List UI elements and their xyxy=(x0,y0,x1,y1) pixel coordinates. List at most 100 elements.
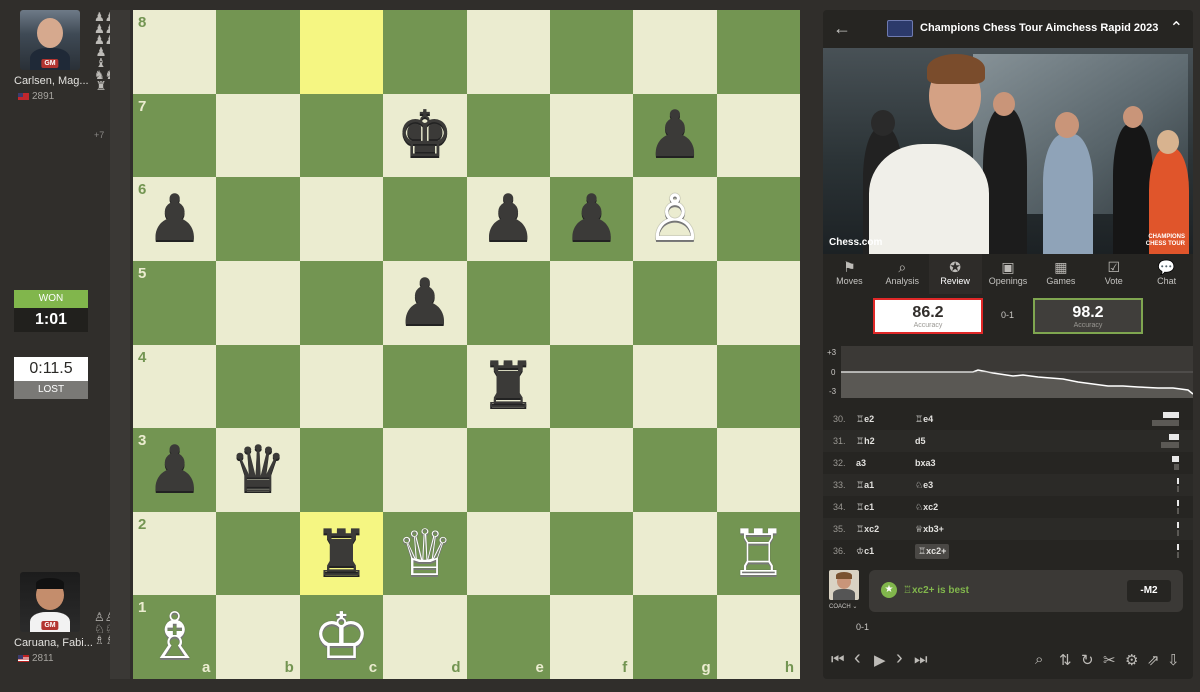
square-e3[interactable] xyxy=(466,428,550,512)
square-f3[interactable] xyxy=(549,428,634,512)
square-a5[interactable]: 5 xyxy=(133,260,217,345)
square-b4[interactable] xyxy=(216,344,300,429)
white-move[interactable]: ♔c1 xyxy=(856,546,874,557)
square-a2[interactable]: 2 xyxy=(133,511,217,596)
white-queen-d2[interactable]: ♕ xyxy=(383,512,466,596)
square-c7[interactable] xyxy=(299,93,384,178)
tab-review[interactable]: ✪ Review xyxy=(928,254,982,294)
square-h1[interactable]: h xyxy=(716,595,800,679)
white-king-c1[interactable]: ♔ xyxy=(300,595,383,679)
square-c5[interactable] xyxy=(299,260,384,345)
square-a4[interactable]: 4 xyxy=(133,344,217,429)
black-rook-c2[interactable]: ♜ xyxy=(300,512,383,596)
coach-dropdown[interactable]: COACH ⌄ xyxy=(829,603,859,610)
square-d5[interactable]: ♟ xyxy=(383,260,467,345)
square-g7[interactable]: ♟ xyxy=(633,93,717,178)
evaluation-graph[interactable]: +3 0 -3 xyxy=(823,346,1193,398)
download-icon[interactable]: ⇩ xyxy=(1167,651,1180,669)
play-icon[interactable]: ▶ xyxy=(874,651,886,669)
square-e2[interactable] xyxy=(466,511,550,596)
square-a3[interactable]: 3 ♟ xyxy=(133,428,217,512)
square-e8[interactable] xyxy=(466,10,550,94)
black-move[interactable]: ♕xb3+ xyxy=(915,524,944,535)
magnifier-icon[interactable]: ⌕ xyxy=(1035,651,1043,668)
previous-move-icon[interactable]: ‹ xyxy=(854,647,861,670)
square-c2[interactable]: ♜ xyxy=(299,511,384,596)
square-g3[interactable] xyxy=(633,428,717,512)
black-move[interactable]: ♘xc2 xyxy=(915,502,938,513)
white-pawn-g6[interactable]: ♙ xyxy=(633,177,716,261)
square-b1[interactable]: b xyxy=(216,595,300,679)
square-e7[interactable] xyxy=(466,93,550,178)
black-move[interactable]: d5 xyxy=(915,436,926,446)
black-pawn-d5[interactable]: ♟ xyxy=(383,261,466,345)
black-king-d7[interactable]: ♚ xyxy=(383,94,466,178)
white-move[interactable]: ♖h2 xyxy=(856,436,875,447)
square-g6[interactable]: ♙ xyxy=(633,177,717,261)
square-e1[interactable]: e xyxy=(466,595,550,679)
tab-chat[interactable]: 💬 Chat xyxy=(1140,254,1193,294)
black-move[interactable]: ♖e4 xyxy=(915,414,933,425)
square-e5[interactable] xyxy=(466,260,550,345)
broadcast-video[interactable]: Chess.com CHAMPIONS CHESS TOUR xyxy=(823,48,1193,254)
black-pawn-g7[interactable]: ♟ xyxy=(633,94,716,178)
square-d8[interactable] xyxy=(383,10,467,94)
scissors-icon[interactable]: ✂ xyxy=(1103,651,1116,669)
black-pawn-a6[interactable]: ♟ xyxy=(133,177,216,261)
square-g4[interactable] xyxy=(633,344,717,429)
square-c1[interactable]: c ♔ xyxy=(299,595,384,679)
square-f7[interactable] xyxy=(549,93,634,178)
square-f2[interactable] xyxy=(549,511,634,596)
white-move[interactable]: ♖a1 xyxy=(856,480,874,491)
square-g1[interactable]: g xyxy=(633,595,717,679)
square-f4[interactable] xyxy=(549,344,634,429)
black-pawn-a3[interactable]: ♟ xyxy=(133,428,216,512)
square-b3[interactable]: ♛ xyxy=(216,428,300,512)
square-c6[interactable] xyxy=(299,177,384,261)
square-h4[interactable] xyxy=(716,344,800,429)
square-c3[interactable] xyxy=(299,428,384,512)
tab-analysis[interactable]: ⌕ Analysis xyxy=(876,254,929,294)
black-rook-e4[interactable]: ♜ xyxy=(467,345,550,429)
square-b2[interactable] xyxy=(216,511,300,596)
square-a7[interactable]: 7 xyxy=(133,93,217,178)
white-move[interactable]: ♖c1 xyxy=(856,502,874,513)
top-player-avatar[interactable]: GM xyxy=(20,10,80,70)
coach-avatar[interactable] xyxy=(829,570,859,600)
tab-moves[interactable]: ⚑ Moves xyxy=(823,254,876,294)
square-d3[interactable] xyxy=(383,428,467,512)
black-move[interactable]: bxa3 xyxy=(915,458,936,468)
white-rook-h2[interactable]: ♖ xyxy=(717,512,800,596)
first-move-icon[interactable]: ⏮ xyxy=(831,651,845,668)
square-a8[interactable]: 8 xyxy=(133,10,217,94)
square-d7[interactable]: ♚ xyxy=(383,93,467,178)
square-h6[interactable] xyxy=(716,177,800,261)
white-bishop-a1[interactable]: ♗ xyxy=(133,595,216,679)
square-g2[interactable] xyxy=(633,511,717,596)
square-f1[interactable]: f xyxy=(549,595,634,679)
square-b6[interactable] xyxy=(216,177,300,261)
square-b7[interactable] xyxy=(216,93,300,178)
square-e6[interactable]: ♟ xyxy=(466,177,550,261)
square-b8[interactable] xyxy=(216,10,300,94)
square-a6[interactable]: 6 ♟ xyxy=(133,177,217,261)
chess-board[interactable]: 8 7 ♚ ♟ 6 ♟ ♟ ♟ ♙ 5 ♟ 4 ♜ 3 ♟ ♛ 2 ♜ ♕ ♖ 1 a ♗ b c ♔ d e f g h xyxy=(133,10,800,679)
black-queen-b3[interactable]: ♛ xyxy=(216,428,299,512)
tab-vote[interactable]: ☑ Vote xyxy=(1087,254,1140,294)
black-pawn-e6[interactable]: ♟ xyxy=(467,177,550,261)
square-h2[interactable]: ♖ xyxy=(716,511,800,596)
tab-games[interactable]: ▦ Games xyxy=(1034,254,1087,294)
back-arrow-icon[interactable]: ← xyxy=(833,18,851,39)
square-d4[interactable] xyxy=(383,344,467,429)
square-d1[interactable]: d xyxy=(383,595,467,679)
square-c8[interactable] xyxy=(299,10,384,94)
square-f8[interactable] xyxy=(549,10,634,94)
black-pawn-f6[interactable]: ♟ xyxy=(550,177,633,261)
square-b5[interactable] xyxy=(216,260,300,345)
flip-board-icon[interactable]: ⇅ xyxy=(1059,651,1072,669)
square-a1[interactable]: 1 a ♗ xyxy=(133,595,217,679)
white-move[interactable]: ♖xc2 xyxy=(856,524,879,535)
tab-openings[interactable]: ▣ Openings xyxy=(982,254,1035,294)
square-f6[interactable]: ♟ xyxy=(549,177,634,261)
square-c4[interactable] xyxy=(299,344,384,429)
